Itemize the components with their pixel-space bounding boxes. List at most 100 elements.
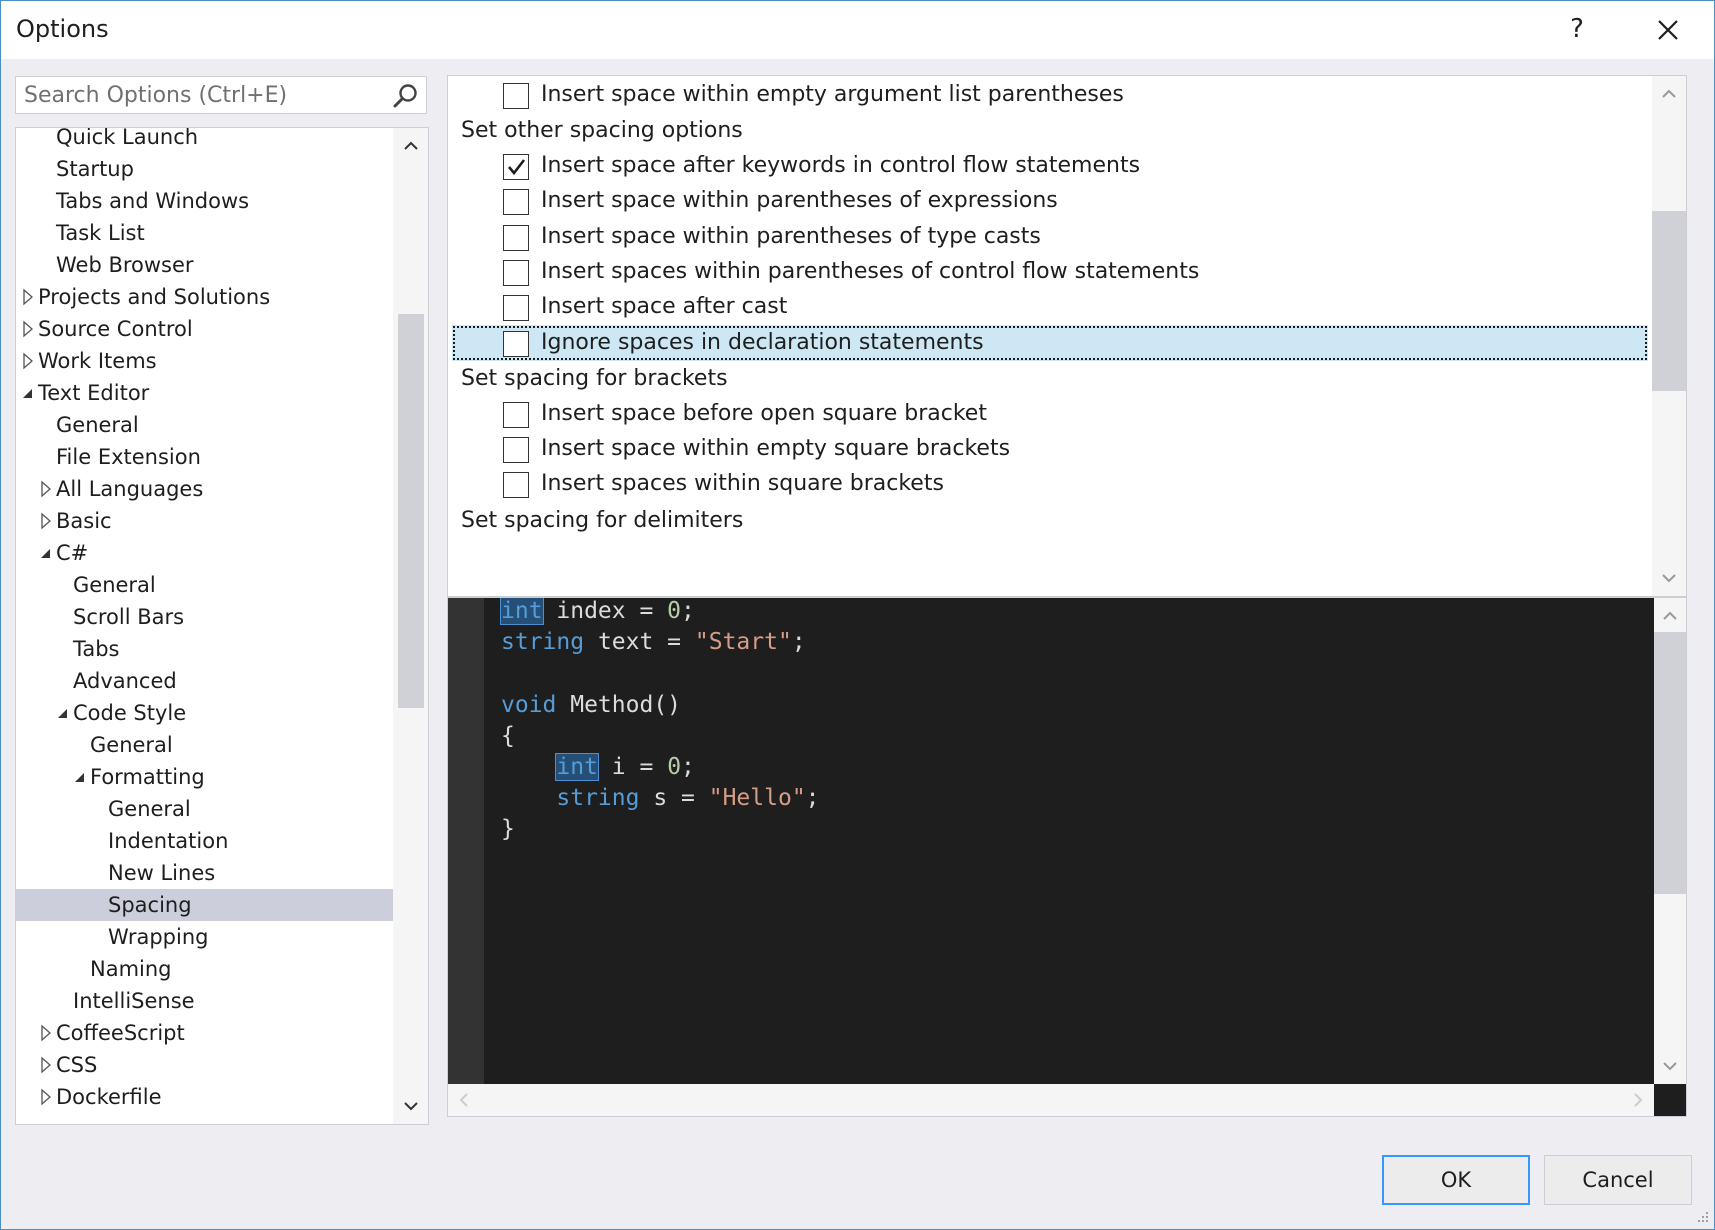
tree-item-label: General bbox=[90, 733, 173, 757]
expand-arrow-icon[interactable] bbox=[21, 345, 35, 377]
options-scroll-up-button[interactable] bbox=[1657, 82, 1681, 106]
preview-scrollbar-thumb[interactable] bbox=[1654, 632, 1686, 894]
tree-item[interactable]: Advanced bbox=[16, 665, 393, 697]
expand-arrow-icon[interactable] bbox=[39, 1017, 53, 1049]
tree-item[interactable]: Wrapping bbox=[16, 921, 393, 953]
tree-item[interactable]: CoffeeScript bbox=[16, 1017, 393, 1049]
tree-item[interactable]: File Extension bbox=[16, 441, 393, 473]
tree-item[interactable]: Work Items bbox=[16, 345, 393, 377]
expand-arrow-icon[interactable] bbox=[39, 1049, 53, 1081]
tree-item[interactable]: CSS bbox=[16, 1049, 393, 1081]
preview-scroll-left-button[interactable] bbox=[452, 1088, 476, 1112]
option-checkbox[interactable] bbox=[503, 189, 529, 216]
tree-scrollbar[interactable] bbox=[393, 128, 428, 1124]
tree-item[interactable]: Text Editor bbox=[16, 377, 393, 409]
tree-item[interactable]: Formatting bbox=[16, 761, 393, 793]
collapse-arrow-icon[interactable] bbox=[21, 377, 35, 409]
editor-gutter bbox=[448, 598, 484, 1084]
code-token: ; bbox=[791, 629, 806, 656]
collapse-arrow-icon[interactable] bbox=[56, 697, 70, 729]
option-label: Insert spaces within square brackets bbox=[541, 471, 944, 497]
option-label: Insert space within empty square bracket… bbox=[541, 436, 1011, 461]
option-row[interactable]: Ignore spaces in declaration statements bbox=[452, 324, 1648, 361]
option-row[interactable]: Insert space within empty argument list … bbox=[448, 77, 1650, 113]
tree-item[interactable]: Startup bbox=[16, 153, 393, 185]
options-scrollbar[interactable] bbox=[1652, 76, 1686, 596]
expand-arrow-icon[interactable] bbox=[39, 505, 53, 537]
scroll-down-button[interactable] bbox=[399, 1094, 423, 1118]
code-line: void Method() bbox=[501, 689, 681, 721]
checkmark-icon bbox=[508, 159, 526, 175]
option-row[interactable]: Insert space before open square bracket bbox=[448, 396, 1650, 432]
scroll-up-button[interactable] bbox=[399, 134, 423, 158]
chevron-down-icon bbox=[1662, 574, 1676, 583]
option-checkbox[interactable] bbox=[503, 472, 529, 499]
tree-item[interactable]: Web Browser bbox=[16, 249, 393, 281]
option-checkbox[interactable] bbox=[503, 330, 529, 357]
expand-arrow-icon[interactable] bbox=[39, 1081, 53, 1113]
tree-item[interactable]: New Lines bbox=[16, 857, 393, 889]
tree-item[interactable]: General bbox=[16, 569, 393, 601]
option-checkbox[interactable] bbox=[503, 153, 529, 180]
option-row[interactable]: Insert space within parentheses of expre… bbox=[448, 183, 1650, 219]
tree-item[interactable]: Naming bbox=[16, 953, 393, 985]
option-row[interactable]: Insert space within parentheses of type … bbox=[448, 219, 1650, 255]
cancel-button[interactable]: Cancel bbox=[1544, 1155, 1692, 1205]
option-checkbox[interactable] bbox=[503, 295, 529, 322]
option-label: Insert spaces within parentheses of cont… bbox=[541, 259, 1200, 284]
preview-scroll-down-button[interactable] bbox=[1658, 1054, 1682, 1078]
tree-item-label: Spacing bbox=[108, 893, 192, 917]
option-row[interactable]: Insert space within empty square bracket… bbox=[448, 431, 1650, 467]
options-scrollbar-thumb[interactable] bbox=[1652, 211, 1686, 391]
tree-item[interactable]: Dockerfile bbox=[16, 1081, 393, 1113]
help-button[interactable]: ? bbox=[1559, 9, 1595, 49]
tree-item[interactable]: General bbox=[16, 409, 393, 441]
tree-item[interactable]: Scroll Bars bbox=[16, 601, 393, 633]
tree-item[interactable]: Tabs bbox=[16, 633, 393, 665]
option-row[interactable]: Insert space after keywords in control f… bbox=[448, 148, 1650, 184]
option-checkbox[interactable] bbox=[503, 83, 529, 109]
tree-item[interactable]: General bbox=[16, 729, 393, 761]
tree-item[interactable]: Code Style bbox=[16, 697, 393, 729]
option-checkbox[interactable] bbox=[503, 260, 529, 286]
expand-arrow-icon[interactable] bbox=[39, 473, 53, 505]
expand-arrow-icon[interactable] bbox=[21, 313, 35, 345]
tree-item[interactable]: Task List bbox=[16, 217, 393, 249]
collapse-arrow-icon[interactable] bbox=[73, 761, 87, 793]
tree-item[interactable]: General bbox=[16, 793, 393, 825]
tree-item[interactable]: Source Control bbox=[16, 313, 393, 345]
option-row[interactable]: Insert spaces within square brackets bbox=[448, 466, 1650, 502]
option-row[interactable]: Insert space after cast bbox=[448, 289, 1650, 325]
option-checkbox[interactable] bbox=[503, 437, 529, 463]
option-row[interactable]: Insert spaces within parentheses of cont… bbox=[448, 254, 1650, 290]
tree-item[interactable]: Indentation bbox=[16, 825, 393, 857]
tree-item[interactable]: IntelliSense bbox=[16, 985, 393, 1017]
chevron-up-icon bbox=[404, 141, 418, 150]
tree-item[interactable]: All Languages bbox=[16, 473, 393, 505]
resize-grip[interactable] bbox=[1691, 1205, 1711, 1225]
tree-item-label: New Lines bbox=[108, 861, 216, 885]
tree-item[interactable]: Spacing bbox=[16, 889, 393, 921]
ok-button[interactable]: OK bbox=[1382, 1155, 1530, 1205]
option-checkbox[interactable] bbox=[503, 401, 529, 428]
options-scroll-down-button[interactable] bbox=[1657, 566, 1681, 590]
tree-item[interactable]: Tabs and Windows bbox=[16, 185, 393, 217]
close-button[interactable] bbox=[1649, 11, 1687, 49]
search-input[interactable] bbox=[24, 81, 384, 109]
preview-horizontal-scrollbar[interactable] bbox=[448, 1084, 1654, 1116]
code-token: s = bbox=[639, 785, 709, 812]
tree-item-label: General bbox=[56, 413, 139, 437]
tree-item[interactable]: C# bbox=[16, 537, 393, 569]
search-button[interactable] bbox=[392, 82, 420, 110]
preview-vertical-scrollbar[interactable] bbox=[1654, 598, 1686, 1084]
collapse-arrow-icon[interactable] bbox=[39, 537, 53, 569]
tree-scrollbar-thumb[interactable] bbox=[398, 314, 424, 708]
tree-item-label: Text Editor bbox=[38, 381, 150, 405]
tree-item[interactable]: Basic bbox=[16, 505, 393, 537]
option-checkbox[interactable] bbox=[503, 224, 529, 251]
tree-item[interactable]: Projects and Solutions bbox=[16, 281, 393, 313]
expand-arrow-icon[interactable] bbox=[21, 281, 35, 313]
tree-item[interactable]: Quick Launch bbox=[16, 128, 393, 153]
preview-scroll-up-button[interactable] bbox=[1658, 604, 1682, 628]
preview-scroll-right-button[interactable] bbox=[1626, 1088, 1650, 1112]
